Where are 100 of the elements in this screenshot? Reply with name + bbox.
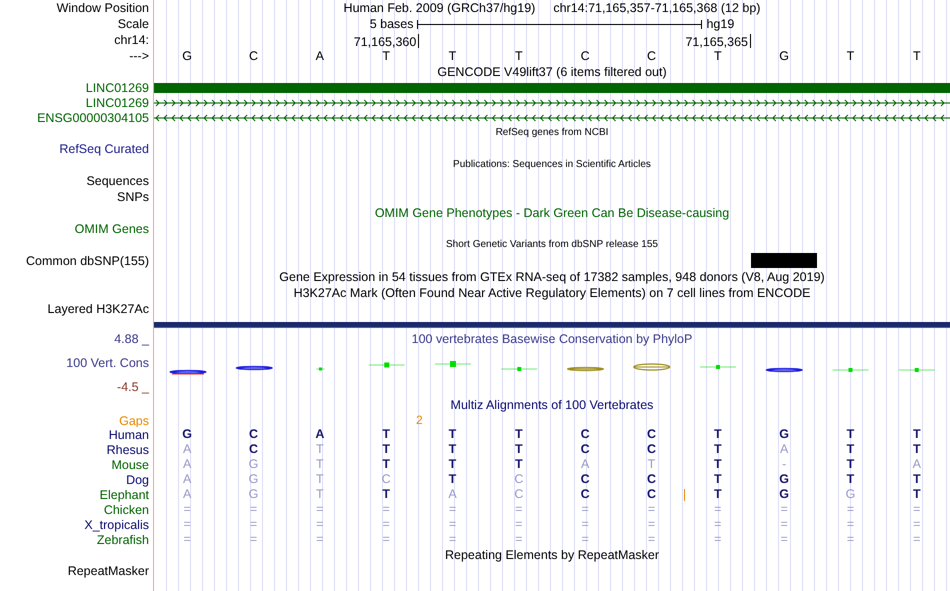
aligned-base: G (779, 472, 790, 488)
aligned-base: - (782, 457, 786, 473)
aligned-base: T (846, 457, 854, 473)
aligned-base: = (250, 517, 258, 533)
track-title: Gene Expression in 54 tissues from GTEx RNA-seq of 17382 samples, 948 donors (V8, Aug 2019) (279, 269, 825, 285)
aligned-base: T (913, 472, 921, 488)
aligned-base: T (448, 472, 456, 488)
aligned-base: T (316, 472, 324, 488)
assembly-name: hg19 (706, 16, 734, 32)
aligned-base: C (646, 442, 656, 458)
gene-strand-line[interactable] (154, 98, 950, 108)
base-letter: T (448, 48, 456, 64)
aligned-base: T (846, 472, 854, 488)
aligned-base: T (714, 487, 722, 503)
aligned-base: A (780, 442, 788, 458)
aligned-base: = (316, 532, 324, 548)
aligned-base: C (514, 472, 524, 488)
base-letter: T (913, 48, 921, 64)
aligned-base: = (714, 502, 722, 518)
aligned-base: G (846, 487, 856, 503)
aligned-base: C (580, 472, 590, 488)
aligned-base: T (316, 487, 324, 503)
aligned-base: T (316, 457, 324, 473)
aligned-base: T (515, 457, 523, 473)
aligned-base: = (846, 532, 854, 548)
coordinate-tick: 71,165,360 (354, 34, 420, 48)
aligned-base: = (582, 517, 589, 533)
base-letter: T (714, 48, 722, 64)
aligned-base: C (580, 427, 590, 443)
aligned-base: = (582, 532, 589, 548)
track-title: OMIM Gene Phenotypes - Dark Green Can Be Disease-causing (374, 205, 730, 221)
aligned-base: = (515, 502, 522, 518)
aligned-base: = (648, 502, 656, 518)
aligned-base: A (912, 457, 921, 473)
aligned-base: T (714, 427, 722, 443)
base-letter: T (515, 48, 523, 64)
aligned-base: T (316, 442, 324, 458)
track-label[interactable]: 100 Vert. Cons (66, 355, 149, 371)
aligned-base: G (779, 427, 790, 443)
aligned-base: G (182, 427, 192, 443)
base-letter: C (646, 48, 656, 64)
track-title: Short Genetic Variants from dbSNP release 155 (446, 238, 658, 252)
base-letter: C (580, 48, 590, 64)
aligned-base: T (448, 457, 456, 473)
aligned-base: G (248, 487, 258, 503)
aligned-base: C (514, 487, 524, 503)
aligned-base: = (846, 517, 854, 533)
track-title: Multiz Alignments of 100 Vertebrates (450, 397, 654, 413)
aligned-base: = (382, 532, 390, 548)
scale-text: 5 bases (370, 16, 414, 32)
base-letter: G (182, 48, 192, 64)
gene-strand-line[interactable] (154, 113, 950, 123)
aligned-base: A (315, 427, 324, 443)
aligned-base: A (182, 487, 192, 503)
aligned-base: A (580, 457, 590, 473)
aligned-base: T (648, 457, 656, 473)
aligned-base: T (382, 427, 390, 443)
aligned-base: = (714, 532, 722, 548)
aligned-base: T (846, 427, 854, 443)
aligned-base: G (248, 457, 258, 473)
aligned-base: = (448, 517, 456, 533)
aligned-base: G (248, 472, 258, 488)
aligned-base: = (250, 502, 258, 518)
aligned-base: T (714, 442, 722, 458)
aligned-base: A (182, 442, 192, 458)
aligned-base: T (515, 442, 523, 458)
aligned-base: = (714, 517, 722, 533)
aligned-base: T (714, 472, 722, 488)
coordinate-tick: 71,165,365 (685, 34, 751, 48)
aligned-base: = (515, 532, 522, 548)
aligned-base: A (182, 457, 192, 473)
position-range: chr14:71,165,357-71,165,368 (12 bp) (553, 0, 760, 16)
track-title: 100 vertebrates Basewise Conservation by PhyloP (412, 331, 692, 347)
aligned-base: T (913, 487, 921, 503)
base-letter: C (248, 48, 258, 64)
aligned-base: C (646, 487, 656, 503)
aligned-base: = (448, 502, 456, 518)
aligned-base: = (382, 502, 390, 518)
base-letter: A (316, 48, 324, 64)
base-letter: G (779, 48, 790, 64)
aligned-base: = (582, 502, 589, 518)
aligned-base: A (182, 472, 192, 488)
aligned-base: T (448, 442, 456, 458)
base-letter: T (846, 48, 854, 64)
track-title: RefSeq genes from NCBI (496, 126, 608, 140)
aligned-base: C (248, 427, 258, 443)
aligned-base: = (780, 502, 788, 518)
aligned-base: = (913, 517, 920, 533)
aligned-base: T (846, 442, 854, 458)
assembly-title: Human Feb. 2009 (GRCh37/hg19) (344, 0, 536, 16)
aligned-base: = (184, 532, 191, 548)
aligned-base: = (184, 517, 191, 533)
track-title: Repeating Elements by RepeatMasker (444, 547, 659, 563)
aligned-base: = (648, 517, 656, 533)
aligned-base: = (648, 532, 656, 548)
aligned-base: T (913, 427, 921, 443)
aligned-base: C (382, 472, 391, 488)
aligned-base: G (779, 487, 790, 503)
aligned-base: T (448, 427, 456, 443)
aligned-base: T (382, 457, 390, 473)
